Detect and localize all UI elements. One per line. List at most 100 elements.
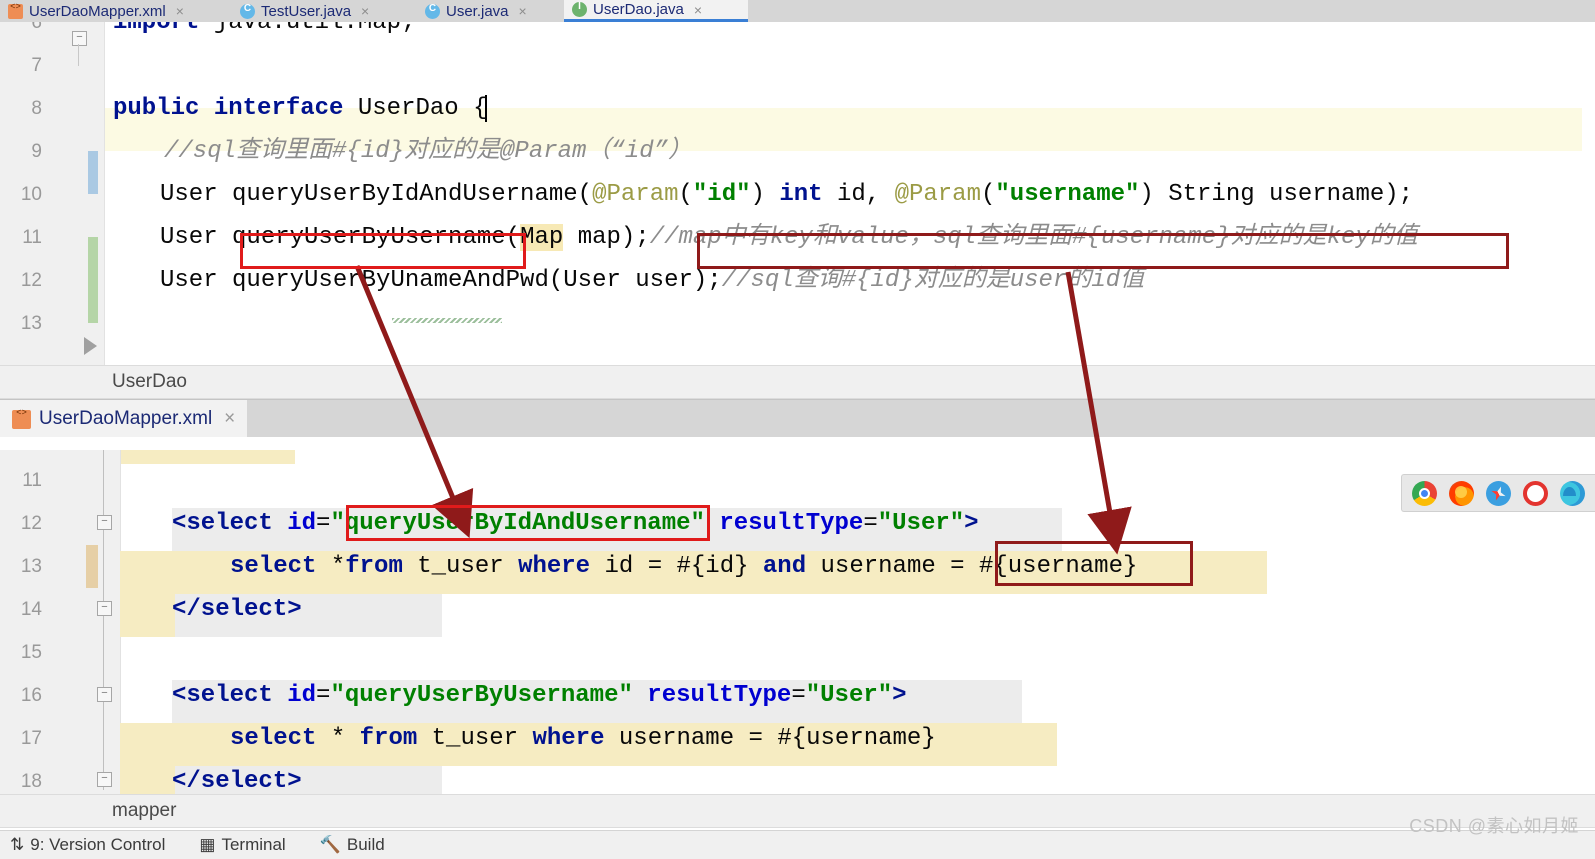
close-icon[interactable]: × <box>176 3 184 19</box>
token-keyword: import <box>113 22 200 36</box>
token-text: UserDao { <box>343 95 488 122</box>
token-attr-value: "queryUserByUsername" <box>330 682 633 709</box>
safari-icon[interactable] <box>1486 480 1511 506</box>
line-number: 8 <box>31 98 42 119</box>
code-line-14: </select> <box>120 588 1595 631</box>
line-number: 7 <box>31 55 42 76</box>
vcs-change-marker-modified[interactable] <box>88 151 98 194</box>
status-terminal[interactable]: ▦ Terminal <box>199 835 285 855</box>
build-icon: 🔨 <box>319 835 341 854</box>
java-interface-icon <box>572 1 587 17</box>
tab-user-java[interactable]: User.java × <box>417 0 564 22</box>
status-bar: ⇅ 9: Version Control ▦ Terminal 🔨 Build <box>0 830 1595 859</box>
status-version-control[interactable]: ⇅ 9: Version Control <box>10 835 165 855</box>
token-tag: <select <box>172 510 288 537</box>
breadcrumb-label: mapper <box>112 800 177 821</box>
java-class-icon <box>240 3 255 19</box>
fold-expand-icon[interactable]: − <box>97 601 112 616</box>
tab-label: UserDao.java <box>593 1 684 18</box>
method-name-queryuserbyusername: queryUserByUsername <box>232 224 506 251</box>
tab-userdaomapper-xml[interactable]: UserDaoMapper.xml × <box>0 0 232 22</box>
token-text: java.util.Map; <box>199 22 416 36</box>
line-number: 16 <box>20 685 42 706</box>
vcs-change-marker-modified[interactable] <box>86 545 98 588</box>
run-gutter-icon[interactable] <box>84 337 97 355</box>
code-line-18: </select> <box>120 760 1595 794</box>
java-code-area[interactable]: import java.util.Map; public interface U… <box>104 22 1595 365</box>
fold-expand-icon[interactable]: − <box>97 772 112 787</box>
close-icon[interactable]: × <box>361 3 369 19</box>
edge-icon[interactable] <box>1560 480 1585 506</box>
token-attr-value: "User" <box>877 510 965 537</box>
token-attr: id <box>287 682 317 709</box>
token-tag: </select> <box>172 768 302 794</box>
token-type-map: Map <box>520 224 564 251</box>
fold-collapse-icon[interactable]: − <box>97 687 112 702</box>
xml-file-icon <box>12 408 31 429</box>
tab-userdao-java[interactable]: UserDao.java × <box>564 0 748 22</box>
token-comment: //sql查询#{id}对应的是user的id值 <box>721 267 1145 294</box>
java-class-icon <box>425 3 440 19</box>
watermark: CSDN @素心如月姬 <box>1409 816 1579 836</box>
token-keyword: public <box>113 95 200 122</box>
fold-collapse-icon[interactable]: − <box>72 31 87 46</box>
editor-tab-strip-top: UserDaoMapper.xml × TestUser.java × User… <box>0 0 1595 23</box>
java-source-editor[interactable]: 6 7 8 9 10 11 12 13 − import java.util.M… <box>0 22 1595 365</box>
token-tag: </select> <box>172 596 302 623</box>
code-line-11: User queryUserByUsername(Map map);//map中… <box>160 224 1418 251</box>
close-icon[interactable]: × <box>694 2 702 18</box>
close-icon[interactable]: × <box>519 3 527 19</box>
xml-source-editor[interactable]: 11 12 13 14 15 16 17 18 − − − − <select … <box>0 450 1595 794</box>
token-text: User queryUserByUnameAndPwd(User user); <box>160 267 722 294</box>
tab-label: TestUser.java <box>261 2 352 20</box>
fold-collapse-icon[interactable]: − <box>97 515 112 530</box>
code-line-13: select *from t_user where id = #{id} and… <box>230 553 1138 580</box>
java-breadcrumb[interactable]: UserDao <box>0 365 1595 399</box>
token-tag: <select <box>172 682 288 709</box>
token-sql-keyword: select <box>230 725 317 752</box>
line-number: 18 <box>20 771 42 792</box>
line-number: 14 <box>20 599 42 620</box>
code-line-12: <select id="queryUserByIdAndUsername" re… <box>172 510 979 537</box>
firefox-icon[interactable] <box>1449 480 1474 506</box>
browser-preview-tray[interactable] <box>1401 474 1595 512</box>
token-comment: //map中有key和value，sql查询里面#{username}对应的是k… <box>649 224 1418 251</box>
java-editor-gutter[interactable]: 6 7 8 9 10 11 12 13 − <box>0 22 105 365</box>
token-sql-keyword: from <box>359 725 418 752</box>
token-attr-value: "queryUserByIdAndUsername" <box>330 510 705 537</box>
code-line-8: public interface UserDao { <box>104 87 1595 130</box>
vcs-change-marker-added[interactable] <box>88 237 98 323</box>
token-annotation: @Param <box>894 181 981 208</box>
token-sql-keyword: where <box>518 553 591 580</box>
code-line-12: User queryUserByUnameAndPwd(User user);/… <box>104 259 1595 302</box>
line-number: 17 <box>20 728 42 749</box>
tab-label: UserDaoMapper.xml <box>29 2 166 20</box>
tab-userdaomapper-xml-lower[interactable]: UserDaoMapper.xml × <box>0 400 248 438</box>
line-number: 13 <box>20 313 42 334</box>
line-number: 12 <box>20 270 42 291</box>
line-number: 9 <box>31 141 42 162</box>
token-sql-keyword: and <box>762 553 807 580</box>
xml-editor-gutter[interactable]: 11 12 13 14 15 16 17 18 − − − − <box>0 450 121 794</box>
java-editor-scrollbar[interactable] <box>1582 22 1595 365</box>
token-text: User queryUserByIdAndUsername( <box>160 181 593 208</box>
code-line-10: User queryUserByIdAndUsername(@Param("id… <box>160 181 1414 208</box>
tab-label: UserDaoMapper.xml <box>39 408 213 429</box>
opera-icon[interactable] <box>1523 480 1548 506</box>
close-icon[interactable]: × <box>224 408 235 430</box>
token-attr: id <box>287 510 317 537</box>
token-sql-keyword: select <box>230 553 317 580</box>
status-build[interactable]: 🔨 Build <box>320 835 385 855</box>
tab-testuser-java[interactable]: TestUser.java × <box>232 0 417 22</box>
line-number: 10 <box>20 184 42 205</box>
chrome-icon[interactable] <box>1412 480 1437 506</box>
token-string: "id" <box>692 181 751 208</box>
token-string: "username" <box>995 181 1140 208</box>
terminal-icon: ▦ <box>199 835 216 854</box>
xml-breadcrumb[interactable]: mapper <box>0 794 1595 828</box>
xml-code-area[interactable]: <select id="queryUserByIdAndUsername" re… <box>120 450 1595 794</box>
token-keyword: int <box>779 181 823 208</box>
sql-param-username: #{username} <box>978 553 1138 580</box>
